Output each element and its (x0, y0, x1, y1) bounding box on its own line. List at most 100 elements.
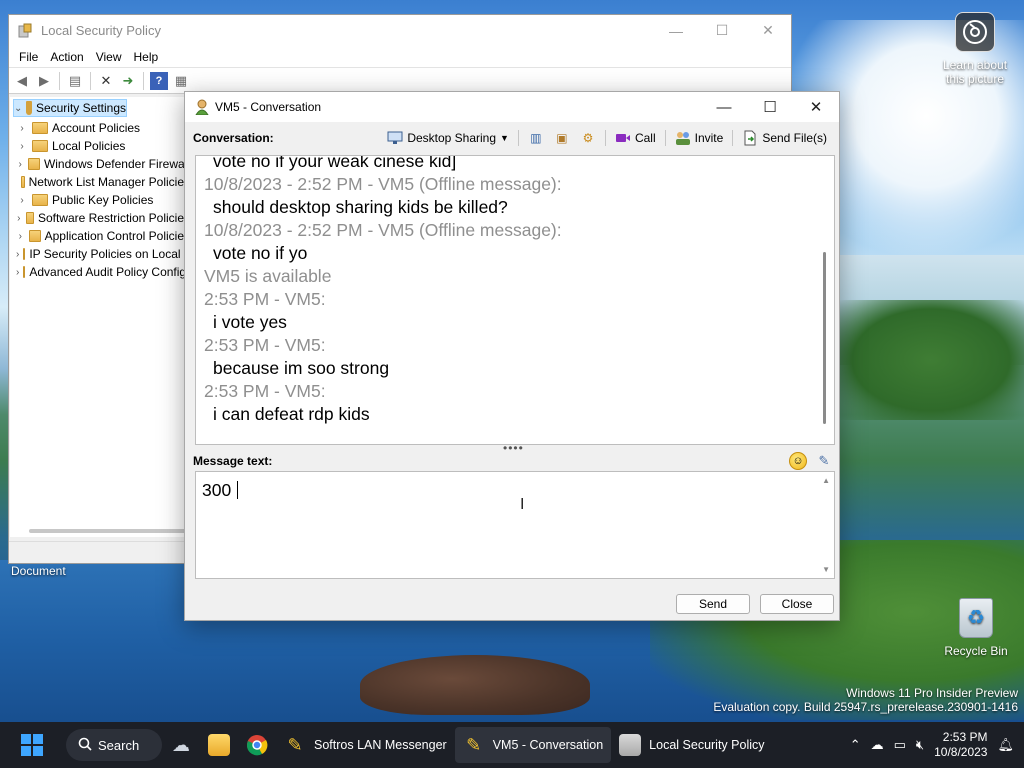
text-format-button[interactable]: ✎ (815, 452, 833, 470)
conversation-titlebar[interactable]: VM5 - Conversation — ☐ ✕ (185, 92, 839, 122)
tree-item-label: IP Security Policies on Local Computer (29, 247, 190, 261)
taskbar-file-explorer[interactable] (200, 727, 238, 763)
message-input[interactable]: 300 I ▲ ▼ (195, 471, 835, 579)
watermark-line-1: Windows 11 Pro Insider Preview (846, 686, 1018, 700)
taskbar-chrome[interactable] (238, 727, 276, 763)
lsp-minimize-button[interactable]: — (653, 15, 699, 46)
log-scrollbar-thumb[interactable] (823, 252, 826, 424)
tree-item-label: Windows Defender Firewall (43, 157, 190, 171)
conv-close-button[interactable]: ✕ (793, 92, 839, 122)
send-button[interactable]: Send (676, 594, 750, 614)
chevron-right-icon[interactable]: › (16, 141, 28, 152)
log-message-text: should desktop sharing kids be killed? (213, 197, 508, 217)
menu-file[interactable]: File (13, 50, 44, 64)
conv-minimize-button[interactable]: — (701, 92, 747, 122)
network-icon[interactable]: ▭ (894, 737, 906, 753)
taskbar-softros-messenger[interactable]: ✎ Softros LAN Messenger (276, 727, 455, 763)
toolbar-separator (143, 71, 144, 90)
menu-view[interactable]: View (90, 50, 128, 64)
tree-root-security-settings[interactable]: ⌄ Security Settings (13, 99, 127, 117)
notification-bell-icon[interactable]: 🔔︎ (997, 737, 1014, 753)
document-label: Document (11, 564, 66, 578)
scroll-down-arrow-icon[interactable]: ▼ (822, 565, 830, 574)
close-button[interactable]: Close (760, 594, 834, 614)
chevron-right-icon[interactable]: › (16, 195, 28, 206)
taskbar-vm5-conversation[interactable]: ✎ VM5 - Conversation (454, 727, 612, 763)
show-hide-tree-icon[interactable]: ▤ (66, 72, 84, 90)
export-list-icon[interactable]: ➜ (119, 72, 137, 90)
conv-maximize-button[interactable]: ☐ (747, 92, 793, 122)
tree-item[interactable]: › Software Restriction Policies (10, 209, 190, 227)
recycle-bin-desktop-icon[interactable]: ♻ Recycle Bin (940, 598, 1012, 658)
lsp-close-button[interactable]: ✕ (745, 15, 791, 46)
tree-item-label: Software Restriction Policies (37, 211, 190, 225)
desktop-sharing-label: Desktop Sharing (407, 131, 497, 145)
chevron-up-icon[interactable]: ⌃ (850, 737, 861, 753)
tree-item[interactable]: › Application Control Policies (10, 227, 190, 245)
taskbar-local-security-policy[interactable]: Local Security Policy (611, 727, 772, 763)
menu-action[interactable]: Action (44, 50, 89, 64)
emoticon-button[interactable]: ☺ (789, 452, 807, 470)
back-arrow-icon[interactable]: ◀ (13, 72, 31, 90)
delete-icon[interactable]: ✕ (97, 72, 115, 90)
forward-arrow-icon[interactable]: ▶ (35, 72, 53, 90)
tree-item[interactable]: › Advanced Audit Policy Configuration (10, 263, 190, 281)
conversation-header: Conversation: Desktop Sharing ▼ ▥ ▣ ⚙ Ca… (185, 122, 839, 154)
properties-pane-icon[interactable]: ▦ (172, 72, 190, 90)
tree-item[interactable]: › Public Key Policies (10, 191, 190, 209)
desktop-sharing-button[interactable]: Desktop Sharing ▼ (383, 128, 513, 148)
taskbar: Search ☁ ✎ Softros LAN Messenger ✎ VM5 -… (0, 722, 1024, 768)
tree-item[interactable]: › Local Policies (10, 137, 190, 155)
taskbar-weather[interactable]: ☁ (162, 727, 200, 763)
user-info-button[interactable]: ▣ (550, 128, 574, 148)
chevron-right-icon[interactable]: › (16, 231, 25, 242)
onedrive-cloud-icon[interactable]: ☁ (871, 737, 884, 753)
invite-button[interactable]: Invite (671, 128, 728, 148)
smiley-icon: ☺ (792, 455, 804, 467)
tree-item-label: Local Policies (52, 139, 126, 153)
learn-about-picture-desktop-icon[interactable]: Learn about this picture (938, 10, 1012, 86)
lsp-maximize-button[interactable]: ☐ (699, 15, 745, 46)
taskbar-clock[interactable]: 2:53 PM 10/8/2023 (934, 730, 987, 760)
scroll-up-arrow-icon[interactable]: ▲ (822, 476, 830, 485)
history-button[interactable]: ▥ (524, 128, 548, 148)
send-files-button[interactable]: Send File(s) (738, 128, 831, 148)
tree-item[interactable]: › Windows Defender Firewall (10, 155, 190, 173)
chevron-right-icon[interactable]: › (16, 159, 24, 170)
tree-item-label: Application Control Policies (44, 229, 190, 243)
lsp-horizontal-scrollbar[interactable] (29, 529, 189, 533)
taskbar-search[interactable]: Search (66, 729, 162, 761)
conversation-log-content: vote no if your weak cinese kid] 10/8/202… (204, 156, 814, 426)
lsp-titlebar[interactable]: Local Security Policy — ☐ ✕ (9, 15, 791, 46)
start-button[interactable] (10, 727, 54, 763)
camera-icon (955, 12, 995, 52)
chevron-right-icon[interactable]: › (16, 249, 19, 260)
conversation-log[interactable]: vote no if your weak cinese kid] 10/8/202… (195, 155, 835, 445)
chevron-down-icon[interactable]: ⌄ (14, 103, 22, 114)
tree-item-label: Advanced Audit Policy Configuration (29, 265, 190, 279)
conversation-title: VM5 - Conversation (215, 100, 322, 114)
tree-item[interactable]: › Account Policies (10, 119, 190, 137)
lsp-tree-pane: ⌄ Security Settings › Account Policies › Lo… (10, 97, 190, 537)
call-label: Call (634, 131, 656, 145)
help-icon[interactable]: ? (150, 71, 168, 90)
menu-help[interactable]: Help (128, 50, 165, 64)
volume-muted-icon[interactable]: 🔇︎ (916, 737, 924, 753)
tree-item-label: Account Policies (52, 121, 141, 135)
history-book-icon: ▥ (530, 131, 542, 145)
log-message-header: 2:53 PM - VM5: (204, 289, 326, 309)
call-button[interactable]: Call (611, 128, 660, 148)
log-message-header: 2:53 PM - VM5: (204, 381, 326, 401)
conversation-label: Conversation: (193, 131, 274, 145)
tree-item[interactable]: Network List Manager Policies (10, 173, 190, 191)
tree-item[interactable]: › IP Security Policies on Local Computer (10, 245, 190, 263)
toolbar-separator (732, 130, 734, 146)
taskbar-app-label: Softros LAN Messenger (314, 738, 447, 752)
log-message-text: because im soo strong (213, 358, 390, 378)
folder-icon (23, 266, 26, 278)
chevron-right-icon[interactable]: › (16, 123, 28, 134)
settings-button[interactable]: ⚙ (576, 128, 600, 148)
chevron-right-icon[interactable]: › (16, 267, 19, 278)
conversation-window: VM5 - Conversation — ☐ ✕ Conversation: D… (184, 91, 840, 621)
chevron-right-icon[interactable]: › (16, 213, 22, 224)
